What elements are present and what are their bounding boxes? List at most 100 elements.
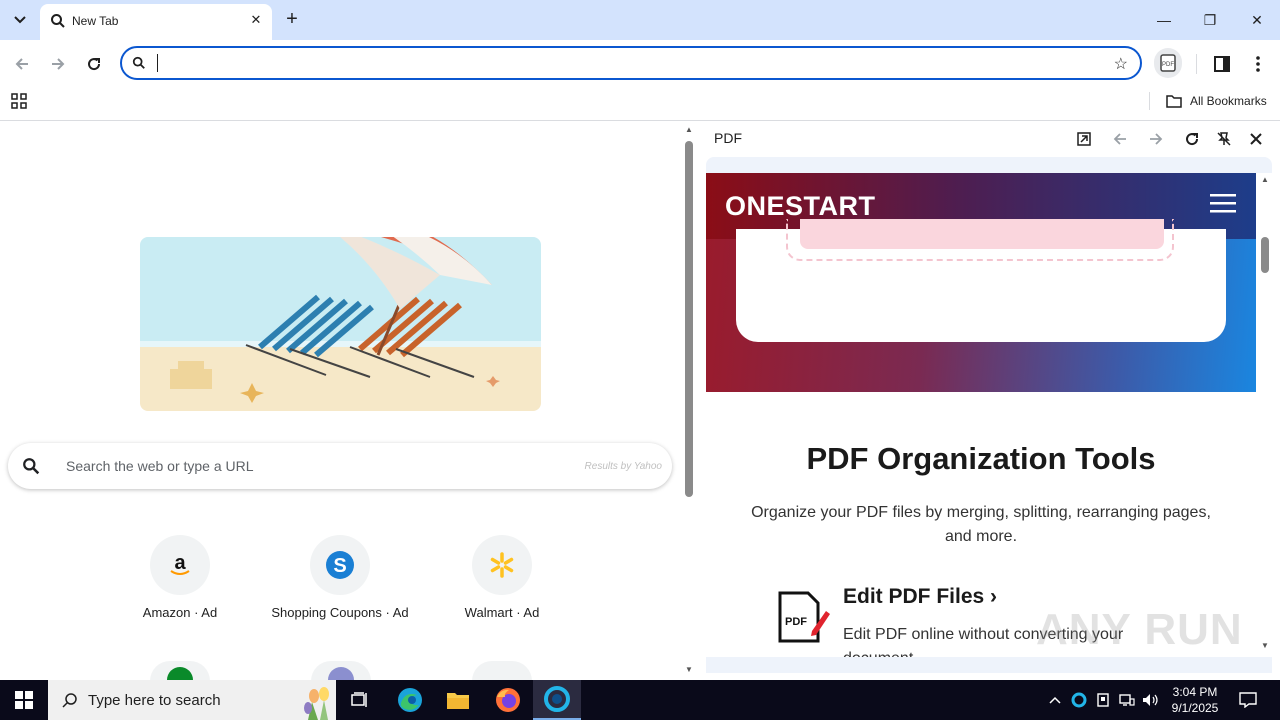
toolbar-divider [1196,54,1197,74]
svg-text:a: a [174,552,186,574]
open-in-new-icon [1077,132,1091,146]
tray-onestart[interactable] [1068,690,1090,710]
bookmarks-divider [1149,92,1150,110]
close-icon [1250,133,1262,145]
shortcut-label: Walmart · Ad [464,605,540,620]
arrow-right-icon [1150,133,1163,145]
arrow-left-icon [15,58,28,70]
upload-button[interactable] [800,219,1164,249]
tab-title: New Tab [72,14,119,28]
search-icon [51,14,65,28]
shortcut-amazon[interactable]: a Amazon · Ad [100,535,260,620]
edge-browser-icon [398,688,422,712]
close-window-button[interactable]: ✕ [1245,8,1269,32]
page-scrollbar[interactable]: ▲ ▼ [682,121,696,681]
onestart-webpage: ONESTART PDF Organization Tools Organize… [706,173,1256,657]
tab-new-tab[interactable]: New Tab ✕ [40,4,272,40]
scrollbar-thumb[interactable] [1261,237,1269,273]
shortcut-label: Amazon · Ad [142,605,218,620]
reload-button[interactable] [82,52,106,76]
address-bar[interactable]: ☆ [120,46,1142,80]
side-panel-forward-button[interactable] [1144,127,1168,151]
shortcut-partial[interactable] [311,661,371,681]
new-tab-search-box[interactable]: Search the web or type a URL Results by … [8,443,672,489]
onestart-browser-icon [544,686,570,712]
shortcut-walmart[interactable]: Walmart · Ad [422,535,582,620]
scroll-down-arrow[interactable]: ▼ [685,665,693,674]
scroll-up-arrow[interactable]: ▲ [685,125,693,134]
onestart-banner [706,219,1256,392]
side-panel: PDF ONESTART PDF Organization Tools Orga… [698,120,1280,680]
taskbar-search-box[interactable]: Type here to search [48,680,336,720]
edit-pdf-link[interactable]: Edit PDF Files › [843,585,997,609]
tab-strip: New Tab ✕ + — ❐ ✕ [0,0,1280,40]
shortcut-partial[interactable] [150,661,210,681]
pdf-extension-button[interactable]: PDF [1154,48,1182,78]
task-view-button[interactable] [336,680,384,720]
text-caret [157,54,158,72]
shortcut-shopping-coupons[interactable]: S Shopping Coupons · Ad [260,535,420,620]
taskbar-search-text: Type here to search [88,692,221,709]
reload-icon [88,58,101,71]
windows-logo-icon [15,691,33,709]
onestart-browser-icon [1071,692,1087,708]
network-icon [1119,694,1135,706]
chevron-up-icon [1049,696,1061,704]
search-placeholder: Search the web or type a URL [66,458,254,474]
tab-search-button[interactable] [8,8,32,32]
shortcut-partial[interactable] [472,661,532,681]
clock-date: 9/1/2025 [1171,701,1219,715]
all-bookmarks-button[interactable]: All Bookmarks [1166,92,1267,110]
walmart-icon [472,535,532,595]
hamburger-menu-icon[interactable] [1210,193,1236,213]
side-panel-icon [1214,56,1230,72]
search-icon [62,693,77,708]
taskbar-edge[interactable] [386,680,434,720]
browser-menu-button[interactable] [1246,52,1270,76]
volume-icon [1143,694,1158,706]
minimize-button[interactable]: — [1152,8,1176,32]
upload-dropzone[interactable] [786,219,1174,261]
taskbar-firefox[interactable] [484,680,532,720]
scrollbar-thumb[interactable] [685,141,693,497]
side-panel-back-button[interactable] [1108,127,1132,151]
new-tab-button[interactable]: + [282,8,302,32]
search-icon [132,56,145,69]
all-bookmarks-label: All Bookmarks [1190,94,1267,108]
tray-network[interactable] [1116,690,1138,710]
scroll-up-arrow[interactable]: ▲ [1261,175,1269,184]
folder-icon [447,693,469,709]
tray-volume[interactable] [1140,690,1162,710]
open-in-tab-button[interactable] [1072,127,1096,151]
side-panel-reload-button[interactable] [1180,127,1204,151]
show-hidden-icons-button[interactable] [1044,690,1066,710]
scroll-down-arrow[interactable]: ▼ [1261,641,1269,650]
beach-illustration [140,237,541,411]
firefox-icon [496,688,520,712]
folder-icon [1166,95,1182,108]
taskbar-clock[interactable]: 3:04 PM 9/1/2025 [1166,684,1224,716]
unpin-icon [1217,132,1231,146]
side-panel-scrollbar[interactable]: ▲ ▼ [1258,173,1272,657]
notifications-button[interactable] [1238,690,1258,710]
back-button[interactable] [10,52,34,76]
apps-button[interactable] [10,92,28,110]
edit-pdf-icon: PDF [776,591,830,643]
taskbar-file-explorer[interactable] [434,680,482,720]
svg-text:PDF: PDF [785,616,807,628]
side-panel-title: PDF [714,130,742,146]
side-panel-close-button[interactable] [1244,127,1268,151]
svg-text:PDF: PDF [1162,62,1174,68]
restore-button[interactable]: ❐ [1198,8,1222,32]
webview-top-edge [706,157,1272,173]
taskbar-onestart-browser[interactable] [533,680,581,720]
tab-close-button[interactable]: ✕ [248,12,264,28]
tulip-decoration-icon [304,687,329,720]
unpin-button[interactable] [1212,127,1236,151]
forward-button[interactable] [46,52,70,76]
side-panel-toggle-button[interactable] [1210,52,1234,76]
tray-device[interactable] [1092,690,1114,710]
start-button[interactable] [0,680,48,720]
page-description: Organize your PDF files by merging, spli… [751,504,1211,545]
bookmark-star-icon[interactable]: ☆ [1114,54,1128,74]
